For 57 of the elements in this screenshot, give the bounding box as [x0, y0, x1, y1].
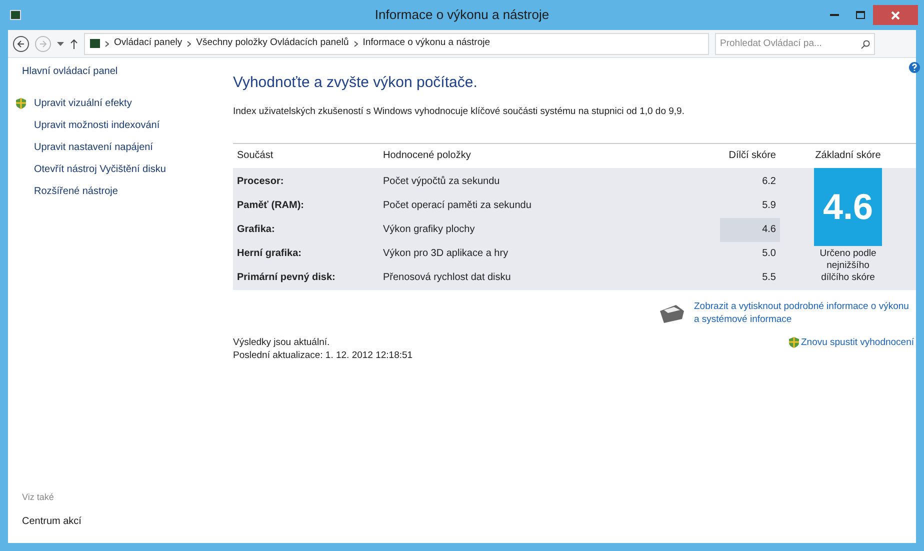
score-cell-text: 6.2 [761, 175, 777, 190]
score-cell-text: 5.9 [761, 199, 777, 214]
table-cell: Herní grafika: [237, 248, 302, 260]
column-header: Základní skóre [815, 150, 881, 162]
table-cell: Počet výpočtů za sekundu [383, 176, 500, 188]
sidebar-link[interactable]: Rozšířené nástroje [34, 184, 118, 199]
status-text: Výsledky jsou aktuální. [233, 336, 331, 349]
close-button[interactable] [873, 5, 918, 25]
up-icon[interactable] [70, 38, 78, 48]
base-score-tile: 4.6 [814, 168, 882, 246]
page-heading: Vyhodnoťte a zvyšte výkon počítače. [233, 73, 478, 93]
chevron-icon [105, 40, 109, 46]
back-arrow-icon [17, 40, 25, 48]
back-button[interactable] [13, 36, 29, 52]
table-cell: Primární pevný disk: [237, 272, 336, 284]
base-score-note: Určeno podle nejnižšího dílčího skóre [818, 248, 878, 284]
dropdown-icon[interactable] [57, 42, 64, 46]
address-field[interactable]: Ovládací panely Všechny položky Ovládacích panelů Informace o výkonu a nástroje [84, 32, 709, 54]
chevron-icon [187, 40, 192, 46]
search-icon[interactable] [861, 40, 870, 48]
search-field[interactable]: Prohledat Ovládací pa... [715, 32, 875, 54]
column-header: Součást [237, 150, 274, 162]
table-cell: Výkon grafiky plochy [383, 224, 475, 236]
control-panel-icon [90, 39, 100, 48]
forward-arrow-icon [39, 40, 47, 48]
app-icon [10, 10, 21, 20]
sidebar-link[interactable]: Hlavní ovládací panel [22, 64, 233, 79]
column-header: Hodnocené položky [383, 150, 471, 162]
last-update-text: Poslední aktualizace: 1. 12. 2012 12:18:51 [233, 348, 413, 362]
chevron-icon [354, 40, 358, 46]
table-cell: Procesor: [237, 176, 284, 188]
table-cell: Přenosová rychlost dat disku [383, 272, 511, 284]
close-icon [891, 10, 900, 20]
help-icon[interactable] [909, 62, 920, 73]
sidebar-link[interactable]: Upravit nastavení napájení [34, 140, 153, 155]
shield-icon [788, 337, 799, 348]
window-title: Informace o výkonu a nástroje [374, 6, 550, 24]
print-details-link[interactable]: Zobrazit a vytisknout podrobné informace o výkonu a systémové informace [694, 300, 916, 326]
table-cell: Paměť (RAM): [237, 200, 304, 212]
breadcrumb[interactable]: Všechny položky Ovládacích panelů [196, 36, 349, 51]
sidebar-link[interactable]: Upravit vizuální efekty [34, 96, 132, 111]
shield-icon [16, 98, 26, 109]
score-cell-text: 5.5 [761, 271, 777, 286]
table-cell: Grafika: [237, 224, 275, 236]
column-header: Dílčí skóre [728, 150, 776, 162]
sidebar-link[interactable]: Otevřít nástroj Vyčištění disku [34, 162, 166, 177]
breadcrumb[interactable]: Informace o výkonu a nástroje [362, 36, 490, 51]
breadcrumb[interactable]: Ovládací panely [114, 36, 182, 51]
table-cell: Výkon pro 3D aplikace a hry [383, 248, 508, 260]
sidebar-link[interactable]: Centrum akcí [22, 514, 233, 529]
description-text: Index uživatelských zkušeností s Windows vyhodnocuje klíčové součásti systému na stupnici od 1,0 do 9,9. [233, 104, 686, 118]
sidebar-link[interactable]: Upravit možnosti indexování [34, 118, 160, 133]
score-cell-text: 5.0 [761, 247, 777, 262]
rerun-assessment-link[interactable]: Znovu spustit vyhodnocení [800, 336, 914, 350]
table-cell: Počet operací paměti za sekundu [383, 200, 532, 212]
section-heading: Viz také [22, 490, 55, 504]
score-cell: 4.6 [720, 218, 780, 242]
